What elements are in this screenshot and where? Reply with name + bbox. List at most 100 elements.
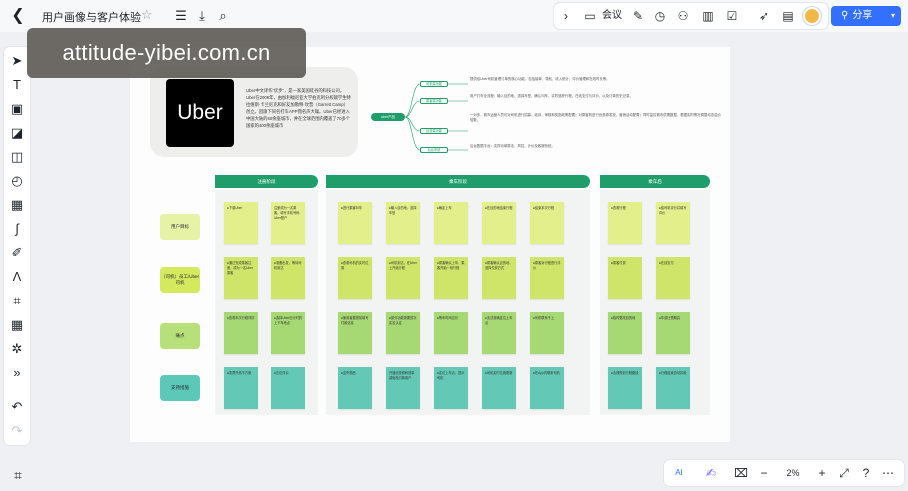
sticky-note[interactable]: ●定位上车点，提示司机 — [434, 367, 468, 409]
sticky-note[interactable]: ●在App内联系司机 — [530, 367, 564, 409]
timer-tool-icon[interactable]: ◴ — [7, 171, 27, 191]
share-button[interactable]: ⚲ 分享 ▾ — [831, 6, 901, 26]
sticky-note[interactable]: ●司机实时位置更新 — [482, 367, 516, 409]
zoom-out-icon[interactable]: − — [756, 464, 772, 482]
row-label[interactable]: 用户目标 — [160, 214, 200, 240]
frame-icon[interactable]: ▣ — [7, 99, 27, 119]
row-label[interactable]: （司机）员工/Uber司机 — [160, 267, 200, 293]
fit-screen-icon[interactable]: ⤢ — [836, 464, 852, 482]
crop-frame-icon[interactable]: ⌗ — [7, 291, 27, 311]
meeting-label[interactable]: 会议 — [602, 7, 622, 25]
mindmap-branch[interactable]: 后台系统 — [420, 147, 448, 153]
sticky-note[interactable]: ●合理规划行程路线 — [608, 367, 642, 409]
sticky-note[interactable]: ●部分功能需要首次实名认证 — [386, 312, 420, 354]
checklist-icon[interactable]: ☑ — [724, 7, 740, 25]
sticky-note[interactable]: ●准备出发，等待司机到达 — [271, 257, 305, 299]
highlighter-icon[interactable]: Λ — [7, 267, 27, 287]
left-toolbar: ➤ T ▣ ◪ ◫ ◴ ▦ ∫ ✐ Λ ⌗ ▦ ✲ » ↶ ↷ — [4, 47, 30, 445]
magic-wand-icon[interactable]: ✎ — [630, 7, 646, 25]
timer-icon[interactable]: ◷ — [652, 7, 668, 25]
more-icon[interactable]: ⋯ — [880, 464, 896, 482]
bottom-toolbar: AI ✍ ⌧ − 2% + ⤢ ? ⋯ — [664, 460, 904, 486]
sticky-note[interactable]: ●使用者要提前填写付款信息 — [338, 312, 372, 354]
text-icon[interactable]: T — [7, 75, 27, 95]
sticky-note[interactable]: ●司机到达，在Uber上开始行程 — [386, 257, 420, 299]
mindmap-icon[interactable]: ✲ — [7, 339, 27, 359]
redo-icon[interactable]: ↷ — [7, 421, 27, 441]
more-tools-icon[interactable]: » — [7, 363, 27, 383]
sticky-note[interactable]: ●乘客对行程进行评价 — [530, 257, 564, 299]
sticky-note[interactable]: ●乘客付费 — [608, 257, 642, 299]
mindmap-root[interactable]: uber产品 — [371, 113, 405, 121]
mindmap-branch[interactable]: 司机端功能 — [420, 81, 448, 87]
menu-icon[interactable]: ☰ — [172, 7, 190, 25]
video-camera-icon[interactable]: ▭ — [582, 7, 598, 25]
sticky-note[interactable]: ●通过完成乘客注册，成为一名Uber乘客 — [224, 257, 258, 299]
sticky-note[interactable]: ●司机联系不上 — [530, 312, 564, 354]
connector-icon[interactable]: ∫ — [7, 219, 27, 239]
mindmap-text: 用户打车全流程：输入目的地、选择车型、确认叫车、实时追踪行程、在线支付与评价，以… — [470, 94, 633, 98]
sticky-note[interactable]: ●无法准确定位上车点 — [482, 312, 516, 354]
sticky-note[interactable]: 开通优惠券和首单减免吸引新用户 — [386, 367, 420, 409]
shape-icon[interactable]: ◫ — [7, 147, 27, 167]
sticky-note[interactable]: ●结束本次行程 — [530, 202, 564, 244]
avatar[interactable] — [803, 7, 821, 25]
watermark: attitude-yibei.com.cn — [27, 28, 306, 78]
row-label[interactable]: 痛点 — [160, 323, 200, 349]
sticky-note[interactable]: ●查看本次行程详情 — [224, 312, 258, 354]
back-icon[interactable]: ❮ — [8, 6, 28, 26]
sticky-note[interactable]: ●选择Uber出行时的上下车地点 — [271, 312, 305, 354]
ai-assistant-icon[interactable]: AI — [670, 464, 688, 482]
org-chart-icon[interactable]: ⚇ — [675, 7, 691, 25]
table-icon[interactable]: ▦ — [7, 315, 27, 335]
stage-header[interactable]: 乘车后 — [600, 175, 710, 188]
zoom-level[interactable]: 2% — [782, 464, 804, 482]
stage-header[interactable]: 乘车阶段 — [326, 175, 590, 188]
comment-icon[interactable]: ▤ — [780, 7, 796, 25]
minimap-icon[interactable]: ⌧ — [732, 464, 750, 482]
sticky-note[interactable]: ●临时更改目的地 — [608, 312, 642, 354]
sticky-note[interactable]: ●在线支付 — [656, 257, 690, 299]
sticky-note[interactable]: 注册成为一名乘客，填写手机号码Uber账户 — [271, 202, 305, 244]
stage-header[interactable]: 注册阶段 — [215, 175, 318, 188]
chevron-down-icon[interactable]: ▾ — [891, 6, 895, 26]
brush-icon[interactable]: ✍ — [702, 464, 720, 482]
row-label[interactable]: 支持措施 — [160, 375, 200, 401]
whiteboard-canvas[interactable]: Uber Uber中文译作“优步”，是一家美国硅谷的科技公司。Uber在2009… — [130, 47, 730, 442]
sticky-note[interactable]: ●行程结束自动扣款 — [656, 367, 690, 409]
sticky-note[interactable]: ●输入目的地，选择车型 — [386, 202, 420, 244]
sticky-note-icon[interactable]: ◪ — [7, 123, 27, 143]
sticky-note[interactable]: ●忘记评价 — [271, 367, 305, 409]
sticky-note[interactable]: ●给司机评分并填写评价 — [656, 202, 690, 244]
sticky-note[interactable]: ●在目的地结束行程 — [482, 202, 516, 244]
chevron-right-icon[interactable]: › — [560, 7, 572, 25]
sticky-note[interactable]: ●等车时间过长 — [434, 312, 468, 354]
mindmap-branch[interactable]: 运营端功能 — [420, 128, 448, 134]
sticky-note[interactable]: ●发票开具不方便 — [224, 367, 258, 409]
sticky-note[interactable]: ●查看行程 — [608, 202, 642, 244]
sticky-note[interactable]: ●确定上车 — [434, 202, 468, 244]
document-title[interactable]: 用户画像与客户体验 — [42, 9, 141, 25]
select-cursor-icon[interactable]: ➤ — [7, 51, 27, 71]
download-icon[interactable]: ⤓ — [193, 7, 211, 25]
sticky-note[interactable]: ●查看司机的实时位置 — [338, 257, 372, 299]
mindmap-branch[interactable]: 乘客端功能 — [420, 98, 448, 104]
cursor-follow-icon[interactable]: ➶ — [756, 7, 772, 25]
sticky-note[interactable]: ●下载Uber — [224, 202, 258, 244]
chart-icon[interactable]: ▥ — [700, 7, 716, 25]
sticky-note[interactable]: ●乘客确认目的地，选择付费方式 — [482, 257, 516, 299]
search-icon[interactable]: ⌕ — [214, 7, 232, 25]
sticky-note[interactable]: ●乘客确认上车，乘客开始一段行程 — [434, 257, 468, 299]
sticky-note[interactable]: ●进行乘客叫车 — [338, 202, 372, 244]
collab-toolbar: › ▭ 会议 ✎ ◷ ⚇ ▥ ☑ ➶ ▤ — [554, 3, 828, 29]
pen-icon[interactable]: ✐ — [7, 243, 27, 263]
sticky-note[interactable]: ●遗失物品 — [338, 367, 372, 409]
share-label: 分享 — [852, 10, 873, 21]
template-icon[interactable]: ▦ — [7, 195, 27, 215]
frame-list-icon[interactable]: ⌗ — [8, 465, 28, 485]
undo-icon[interactable]: ↶ — [7, 397, 27, 417]
sticky-note[interactable]: ●车费比预期高 — [656, 312, 690, 354]
star-icon[interactable]: ☆ — [141, 7, 153, 23]
help-icon[interactable]: ? — [858, 464, 874, 482]
zoom-in-icon[interactable]: + — [814, 464, 830, 482]
